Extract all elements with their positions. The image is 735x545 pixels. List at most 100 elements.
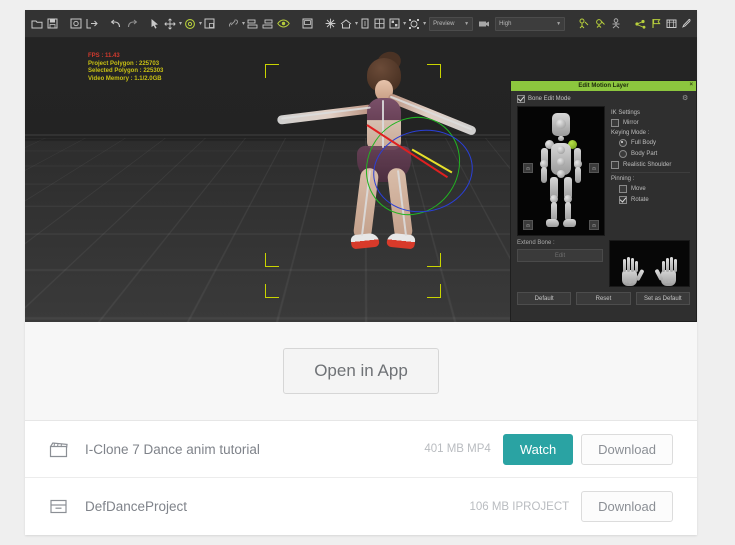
viewport-stats: FPS : 11.43 Project Polygon : 225703 Sel… <box>88 53 163 83</box>
figure-foot-left[interactable] <box>546 219 559 227</box>
home-icon[interactable] <box>340 15 352 32</box>
download-button[interactable]: Download <box>581 433 673 465</box>
file-row-project[interactable]: DefDanceProject 106 MB IPROJECT Download <box>25 478 697 535</box>
stat-video-memory: Video Memory : 1.1/2.0GB <box>88 75 162 82</box>
keying-body-part-radio[interactable] <box>619 150 627 158</box>
figure-neck[interactable] <box>558 136 564 141</box>
foot-ik-left-icon[interactable]: ⊡ <box>523 220 533 230</box>
face-puppet-icon[interactable] <box>594 15 606 32</box>
figure-head-joint[interactable] <box>556 119 566 129</box>
pinning-move-row[interactable]: Move <box>611 185 690 193</box>
body-figure-selector[interactable]: ⊡ ⊡ ⊡ ⊡ <box>517 106 605 236</box>
stat-fps: FPS : 11.43 <box>88 53 120 59</box>
extend-bone-edit-button[interactable]: Edit <box>517 249 603 262</box>
selection-bracket-top-left <box>265 64 279 78</box>
mirror-checkbox[interactable] <box>611 119 619 127</box>
motion-layer-icon[interactable] <box>610 15 622 32</box>
select-tool-icon[interactable] <box>150 15 160 32</box>
chevron-down-icon[interactable]: ▾ <box>179 20 182 27</box>
stat-selected-polygon: Selected Polygon : 225303 <box>88 68 164 74</box>
reset-button[interactable]: Reset <box>576 292 631 305</box>
render-quality-dropdown[interactable]: High ▼ <box>495 16 566 31</box>
quality-dropdown[interactable]: Preview ▼ <box>429 16 474 31</box>
motion-puppet-icon[interactable] <box>578 15 590 32</box>
figure-forearm-left[interactable] <box>541 167 547 183</box>
save-icon[interactable] <box>47 15 58 32</box>
keying-full-body-row[interactable]: Full Body <box>611 139 690 147</box>
mirror-label: Mirror <box>623 120 639 126</box>
timeline-icon[interactable] <box>666 15 677 32</box>
pinning-rotate-label: Rotate <box>631 197 649 203</box>
open-in-app-button[interactable]: Open in App <box>283 348 439 394</box>
realistic-shoulder-checkbox[interactable] <box>611 161 619 169</box>
open-in-app-section: Open in App <box>25 322 697 421</box>
foot-ik-right-icon[interactable]: ⊡ <box>589 220 599 230</box>
grid-icon[interactable] <box>374 15 385 32</box>
film-icon[interactable] <box>478 15 490 32</box>
align-right-icon[interactable] <box>262 15 273 32</box>
eye-icon[interactable] <box>277 15 290 32</box>
download-button[interactable]: Download <box>581 491 673 522</box>
redo-icon[interactable] <box>126 15 138 32</box>
undo-icon[interactable] <box>110 15 122 32</box>
chevron-down-icon[interactable]: ▾ <box>199 20 202 27</box>
edit-motion-layer-panel: Edit Motion Layer × Bone Edit Mode ⚙ ⊡ ⊡… <box>510 80 697 322</box>
figure-foot-right[interactable] <box>563 219 576 227</box>
chevron-down-icon[interactable]: ▾ <box>403 20 406 27</box>
extend-bone-group: Extend Bone : Edit <box>517 240 603 287</box>
figure-forearm-right[interactable] <box>575 167 581 183</box>
viewport-layout-icon[interactable] <box>389 15 400 32</box>
pinning-rotate-row[interactable]: Rotate <box>611 196 690 204</box>
chevron-down-icon[interactable]: ▾ <box>423 20 426 27</box>
mirror-row[interactable]: Mirror <box>611 119 690 127</box>
pinning-label: Pinning : <box>611 176 635 182</box>
hand-ik-left-icon[interactable]: ⊡ <box>523 163 533 173</box>
file-row-video[interactable]: I-Clone 7 Dance anim tutorial 401 MB MP4… <box>25 421 697 478</box>
figure-hip-joint[interactable] <box>557 170 565 178</box>
scale-tool-icon[interactable] <box>204 15 215 32</box>
watch-button[interactable]: Watch <box>502 433 574 465</box>
frame-object-icon[interactable] <box>360 15 370 32</box>
eyedropper-icon[interactable] <box>681 15 692 32</box>
archive-box-icon <box>49 498 75 515</box>
keying-body-part-label: Body Part <box>631 151 658 157</box>
bone-edit-mode-row[interactable]: Bone Edit Mode <box>511 91 696 106</box>
flag-icon[interactable] <box>651 15 662 32</box>
keying-full-body-radio[interactable] <box>619 139 627 147</box>
pinning-rotate-checkbox[interactable] <box>619 196 627 204</box>
pinning-move-checkbox[interactable] <box>619 185 627 193</box>
file-meta: 106 MB IPROJECT <box>469 500 570 513</box>
selection-bracket-bottom-left-2 <box>265 284 279 298</box>
rotate-tool-icon[interactable] <box>184 15 196 32</box>
bone-edit-mode-label: Bone Edit Mode <box>528 96 571 102</box>
hands-preview[interactable]: Right Left <box>609 240 690 287</box>
chevron-down-icon[interactable]: ▾ <box>242 20 245 27</box>
set-as-default-button[interactable]: Set as Default <box>635 292 690 305</box>
edit-motion-icon[interactable] <box>634 15 647 32</box>
bone-edit-mode-checkbox[interactable] <box>517 95 525 103</box>
viewport-3d[interactable]: FPS : 11.43 Project Polygon : 225703 Sel… <box>25 38 697 322</box>
render-quality-value: High <box>499 20 512 27</box>
light-icon[interactable] <box>325 15 336 32</box>
align-left-icon[interactable] <box>247 15 258 32</box>
figure-chest-joint[interactable] <box>557 146 565 154</box>
default-button[interactable]: Default <box>517 292 572 305</box>
export-icon[interactable] <box>86 15 98 32</box>
figure-waist-joint[interactable] <box>557 158 565 166</box>
close-icon[interactable]: × <box>689 82 693 88</box>
stat-project-polygon: Project Polygon : 225703 <box>88 60 160 67</box>
link-icon[interactable] <box>227 15 239 32</box>
render-image-icon[interactable] <box>70 15 82 32</box>
rotation-gizmo[interactable] <box>357 106 480 226</box>
chevron-down-icon[interactable]: ▾ <box>355 20 358 27</box>
move-tool-icon[interactable] <box>164 15 176 32</box>
gear-icon[interactable]: ⚙ <box>682 95 690 103</box>
hand-ik-right-icon[interactable]: ⊡ <box>589 163 599 173</box>
open-file-icon[interactable] <box>31 15 43 32</box>
keying-full-body-label: Full Body <box>631 140 657 146</box>
keying-body-part-row[interactable]: Body Part <box>611 150 690 158</box>
camera-view-icon[interactable] <box>302 15 313 32</box>
realistic-shoulder-row[interactable]: Realistic Shoulder <box>611 161 690 169</box>
chevron-down-icon: ▼ <box>556 20 562 27</box>
gizmo-toggle-icon[interactable] <box>408 15 420 32</box>
